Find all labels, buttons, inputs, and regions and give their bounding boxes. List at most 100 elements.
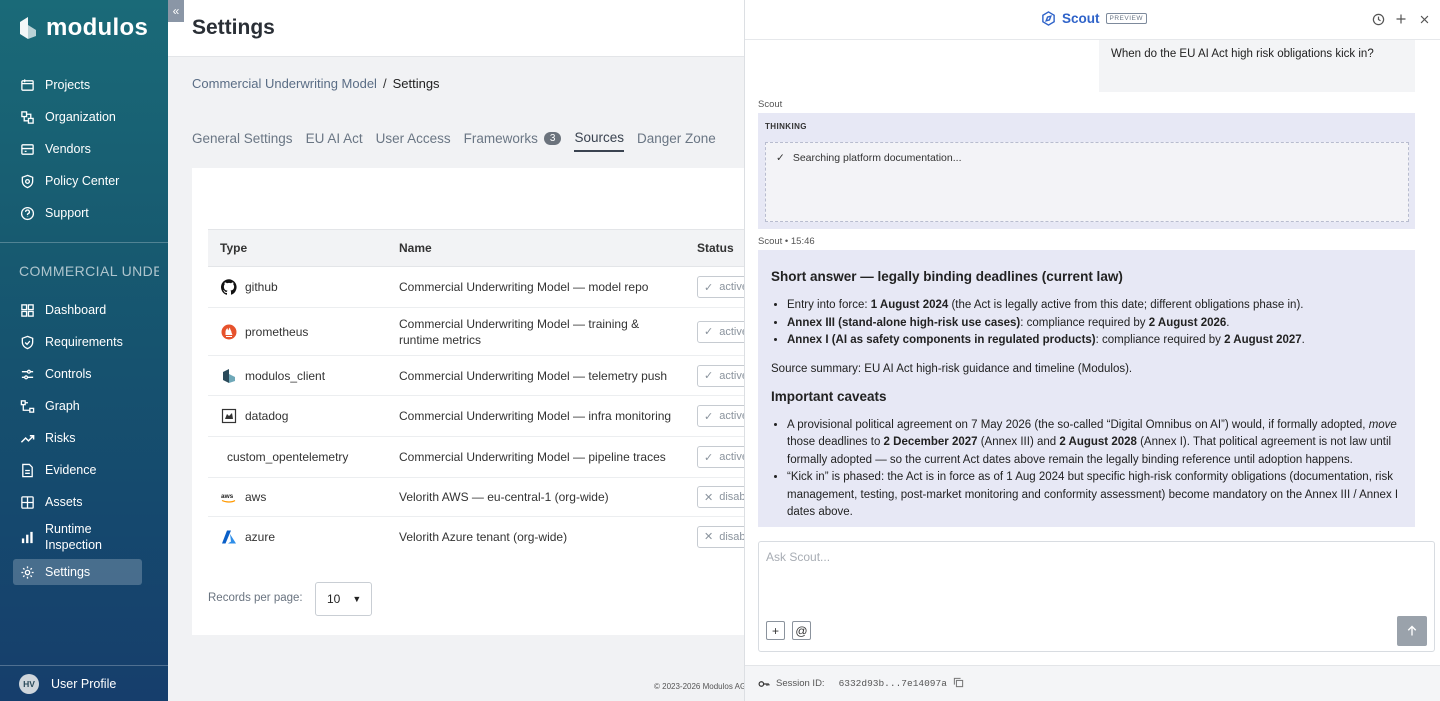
answer-heading: Short answer — legally binding deadlines… — [771, 269, 1123, 284]
add-attachment-button[interactable]: + — [766, 621, 785, 640]
records-per-page-label: Records per page: — [208, 592, 303, 604]
sidebar-item-runtime-inspection[interactable]: Runtime Inspection — [13, 519, 142, 555]
tab-sources[interactable]: Sources — [574, 130, 624, 152]
assistant-label-timestamp: Scout • 15:46 — [758, 236, 815, 247]
azure-icon — [222, 530, 236, 543]
records-per-page-select[interactable]: 10 ▼ — [315, 582, 372, 616]
text-bold: 1 August 2024 — [870, 299, 949, 311]
column-header-status[interactable]: Status — [697, 241, 744, 255]
status-text: disabled — [719, 491, 744, 503]
source-type: modulos_client — [245, 368, 326, 383]
records-per-page-value: 10 — [327, 592, 341, 606]
status-cell: ✓ active — [697, 446, 744, 468]
status-badge[interactable]: ✓ active — [697, 446, 744, 468]
status-badge[interactable]: ✕ disabled — [697, 525, 744, 548]
settings-tabs: General Settings EU AI Act User Access F… — [192, 130, 716, 152]
source-type: github — [245, 280, 278, 294]
table-row[interactable]: github Commercial Underwriting Model — m… — [208, 267, 744, 308]
status-cell: ✕ disabled — [697, 525, 744, 548]
breadcrumb-separator: / — [382, 76, 387, 91]
sidebar-item-vendors[interactable]: Vendors — [13, 136, 142, 162]
sidebar-item-risks[interactable]: Risks — [13, 425, 142, 451]
new-chat-icon[interactable] — [1394, 12, 1408, 26]
history-icon[interactable] — [1371, 12, 1385, 26]
status-badge[interactable]: ✕ disabled — [697, 486, 744, 508]
text-bold: Annex I (AI as safety components in regu… — [787, 334, 1096, 346]
sidebar-item-evidence[interactable]: Evidence — [13, 457, 142, 483]
check-icon: ✓ — [704, 451, 714, 464]
status-cell: ✓ active — [697, 364, 744, 387]
thinking-steps[interactable]: ✓ Searching platform documentation... — [765, 142, 1409, 222]
bar-chart-icon — [21, 531, 33, 543]
tab-eu-ai-act[interactable]: EU AI Act — [306, 130, 363, 152]
tab-general-settings[interactable]: General Settings — [192, 130, 293, 152]
list-item: “Kick in” is phased: the Act is in force… — [787, 469, 1402, 522]
sidebar-item-projects[interactable]: Projects — [13, 72, 142, 98]
tab-label: Frameworks — [463, 131, 538, 146]
status-cell: ✓ active — [697, 405, 744, 427]
avatar: HV — [19, 674, 39, 694]
sidebar-item-label: Organization — [45, 110, 116, 124]
close-icon[interactable] — [1417, 12, 1431, 26]
breadcrumb-parent-link[interactable]: Commercial Underwriting Model — [192, 76, 377, 91]
brand-logo[interactable]: modulos — [18, 14, 148, 42]
copy-icon[interactable] — [953, 677, 964, 691]
sidebar-item-dashboard[interactable]: Dashboard — [13, 297, 142, 323]
status-badge[interactable]: ✓ active — [697, 405, 744, 427]
key-icon — [758, 680, 770, 687]
sidebar-item-support[interactable]: Support — [13, 200, 142, 226]
tab-danger-zone[interactable]: Danger Zone — [637, 130, 716, 152]
sidebar-item-controls[interactable]: Controls — [13, 361, 142, 387]
table-row[interactable]: custom_opentelemetry Commercial Underwri… — [208, 437, 744, 478]
sidebar-item-organization[interactable]: Organization — [13, 104, 142, 130]
text: : compliance required by — [1095, 334, 1225, 346]
sidebar-item-label: Evidence — [45, 463, 97, 477]
sidebar-divider — [0, 665, 168, 666]
scout-logo-icon — [1042, 11, 1055, 26]
column-header-name[interactable]: Name — [399, 240, 697, 256]
text-bold: Annex III (stand-alone high-risk use cas… — [787, 316, 1021, 329]
collapse-sidebar-button[interactable]: « — [168, 0, 184, 22]
vendors-icon — [21, 143, 34, 155]
type-cell: datadog — [208, 408, 399, 424]
table-row[interactable]: modulos_client Commercial Underwriting M… — [208, 356, 744, 396]
sidebar-item-assets[interactable]: Assets — [13, 489, 142, 515]
scout-title-text: Scout — [1062, 11, 1100, 26]
table-row[interactable]: datadog Commercial Underwriting Model — … — [208, 396, 744, 437]
sidebar-item-settings[interactable]: Settings — [13, 559, 142, 585]
session-id: 6332d93b...7e14097a — [838, 678, 947, 689]
table-row[interactable]: prometheus Commercial Underwriting Model… — [208, 308, 744, 356]
list-item: Annex I (AI as safety components in regu… — [787, 332, 1402, 350]
thinking-step-text: Searching platform documentation... — [792, 152, 962, 164]
arrow-up-icon — [1407, 625, 1417, 636]
mention-button[interactable]: @ — [792, 621, 811, 640]
document-icon — [22, 463, 33, 477]
sidebar-item-graph[interactable]: Graph — [13, 393, 142, 419]
text: . — [1301, 334, 1305, 346]
breadcrumb-current: Settings — [392, 76, 440, 91]
sidebar-item-label: Graph — [45, 399, 80, 413]
user-profile-link[interactable]: HV User Profile — [19, 674, 116, 694]
text-bold: 2 December 2027 — [883, 436, 978, 448]
check-icon: ✓ — [776, 152, 785, 164]
status-text: active — [719, 369, 744, 382]
status-badge[interactable]: ✓ active — [697, 320, 744, 343]
table-row[interactable]: aws aws Velorith AWS — eu-central-1 (org… — [208, 478, 744, 517]
status-badge[interactable]: ✓ active — [697, 276, 744, 298]
chat-input[interactable] — [766, 550, 1366, 580]
thinking-block: THINKING ✓ Searching platform documentat… — [758, 113, 1415, 229]
sidebar-item-policy-center[interactable]: Policy Center — [13, 168, 142, 194]
tab-frameworks[interactable]: Frameworks 3 — [464, 130, 562, 152]
sidebar-item-requirements[interactable]: Requirements — [13, 329, 142, 355]
status-text: active — [719, 281, 744, 293]
text: those deadlines to — [787, 436, 884, 448]
column-header-type[interactable]: Type — [208, 241, 399, 255]
tab-user-access[interactable]: User Access — [376, 130, 451, 152]
sidebar-item-label: Requirements — [45, 335, 123, 349]
status-badge[interactable]: ✓ active — [697, 364, 744, 387]
list-item: Annex III (stand-alone high-risk use cas… — [787, 315, 1402, 333]
send-button[interactable] — [1397, 616, 1427, 646]
table-row[interactable]: azure Velorith Azure tenant (org-wide) ✕… — [208, 517, 744, 556]
sidebar: modulos Projects Organization Vendors Po… — [0, 0, 168, 701]
x-icon: ✕ — [704, 491, 714, 504]
